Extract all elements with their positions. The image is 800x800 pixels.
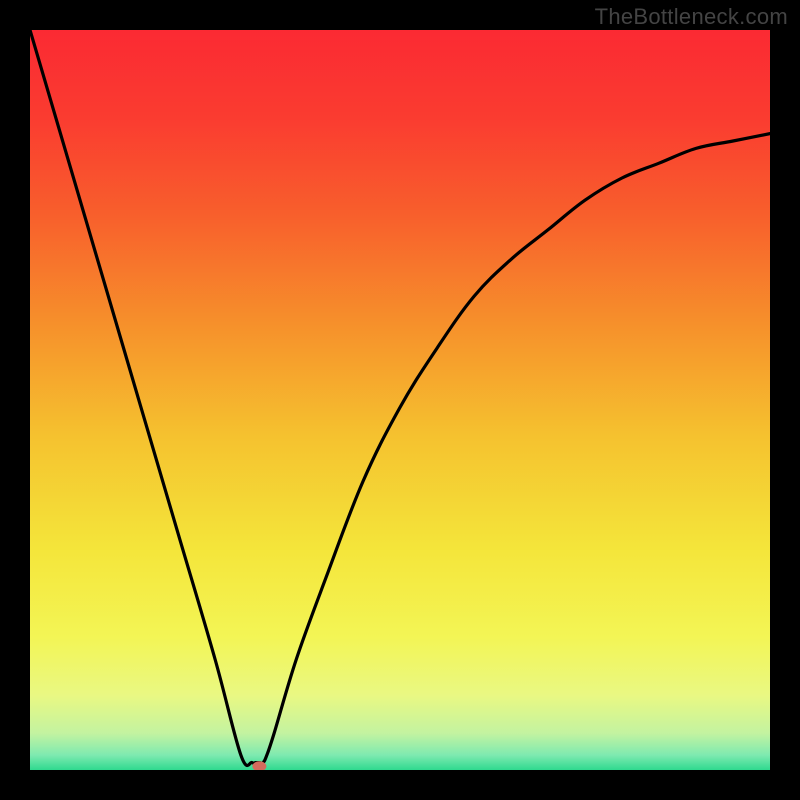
chart-frame: TheBottleneck.com xyxy=(0,0,800,800)
watermark-text: TheBottleneck.com xyxy=(595,4,788,30)
curve-layer xyxy=(30,30,770,770)
curve-line xyxy=(30,30,770,766)
plot-inner xyxy=(30,30,770,770)
plot-area xyxy=(30,30,770,770)
